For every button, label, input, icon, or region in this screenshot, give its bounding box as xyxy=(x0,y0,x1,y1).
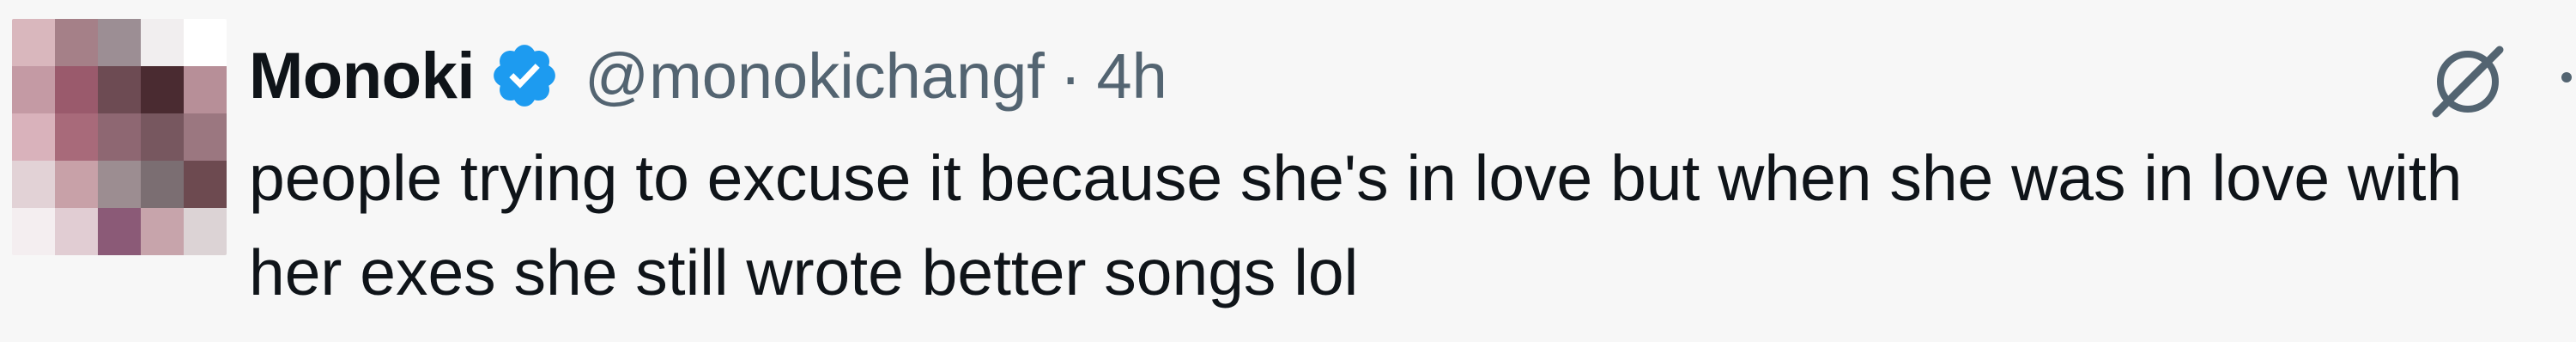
avatar-pixel xyxy=(55,161,98,208)
avatar-pixel xyxy=(141,208,184,255)
avatar-pixel xyxy=(141,113,184,161)
avatar-pixel xyxy=(184,113,227,161)
avatar-pixel xyxy=(55,19,98,66)
avatar-pixel xyxy=(98,113,141,161)
avatar-pixel xyxy=(141,161,184,208)
avatar-pixel xyxy=(184,208,227,255)
avatar-pixel xyxy=(184,161,227,208)
avatar-pixel xyxy=(141,66,184,113)
tweet-header: Monoki @monokichangf · 4h xyxy=(249,33,1167,119)
avatar-pixel xyxy=(184,19,227,66)
avatar[interactable] xyxy=(12,19,227,255)
avatar-pixel xyxy=(98,161,141,208)
tweet-text: people trying to excuse it because she's… xyxy=(249,142,2463,308)
timestamp[interactable]: 4h xyxy=(1096,40,1167,113)
avatar-pixel xyxy=(12,113,55,161)
avatar-pixel xyxy=(184,66,227,113)
grok-icon[interactable] xyxy=(2421,34,2515,129)
avatar-pixel xyxy=(98,208,141,255)
avatar-pixel xyxy=(12,66,55,113)
verified-badge-icon xyxy=(494,45,555,107)
display-name[interactable]: Monoki xyxy=(249,39,475,113)
avatar-pixel xyxy=(12,161,55,208)
avatar-pixel xyxy=(55,66,98,113)
avatar-pixel xyxy=(98,19,141,66)
avatar-pixel xyxy=(98,66,141,113)
avatar-pixel xyxy=(55,113,98,161)
avatar-pixel xyxy=(55,208,98,255)
avatar-pixel xyxy=(12,208,55,255)
user-handle[interactable]: @monokichangf xyxy=(585,40,1045,113)
avatar-pixel xyxy=(12,19,55,66)
avatar-pixel xyxy=(141,19,184,66)
tweet[interactable]: Monoki @monokichangf · 4h people trying … xyxy=(0,0,2576,342)
more-icon[interactable] xyxy=(2549,60,2576,95)
separator-dot: · xyxy=(1059,40,1082,112)
